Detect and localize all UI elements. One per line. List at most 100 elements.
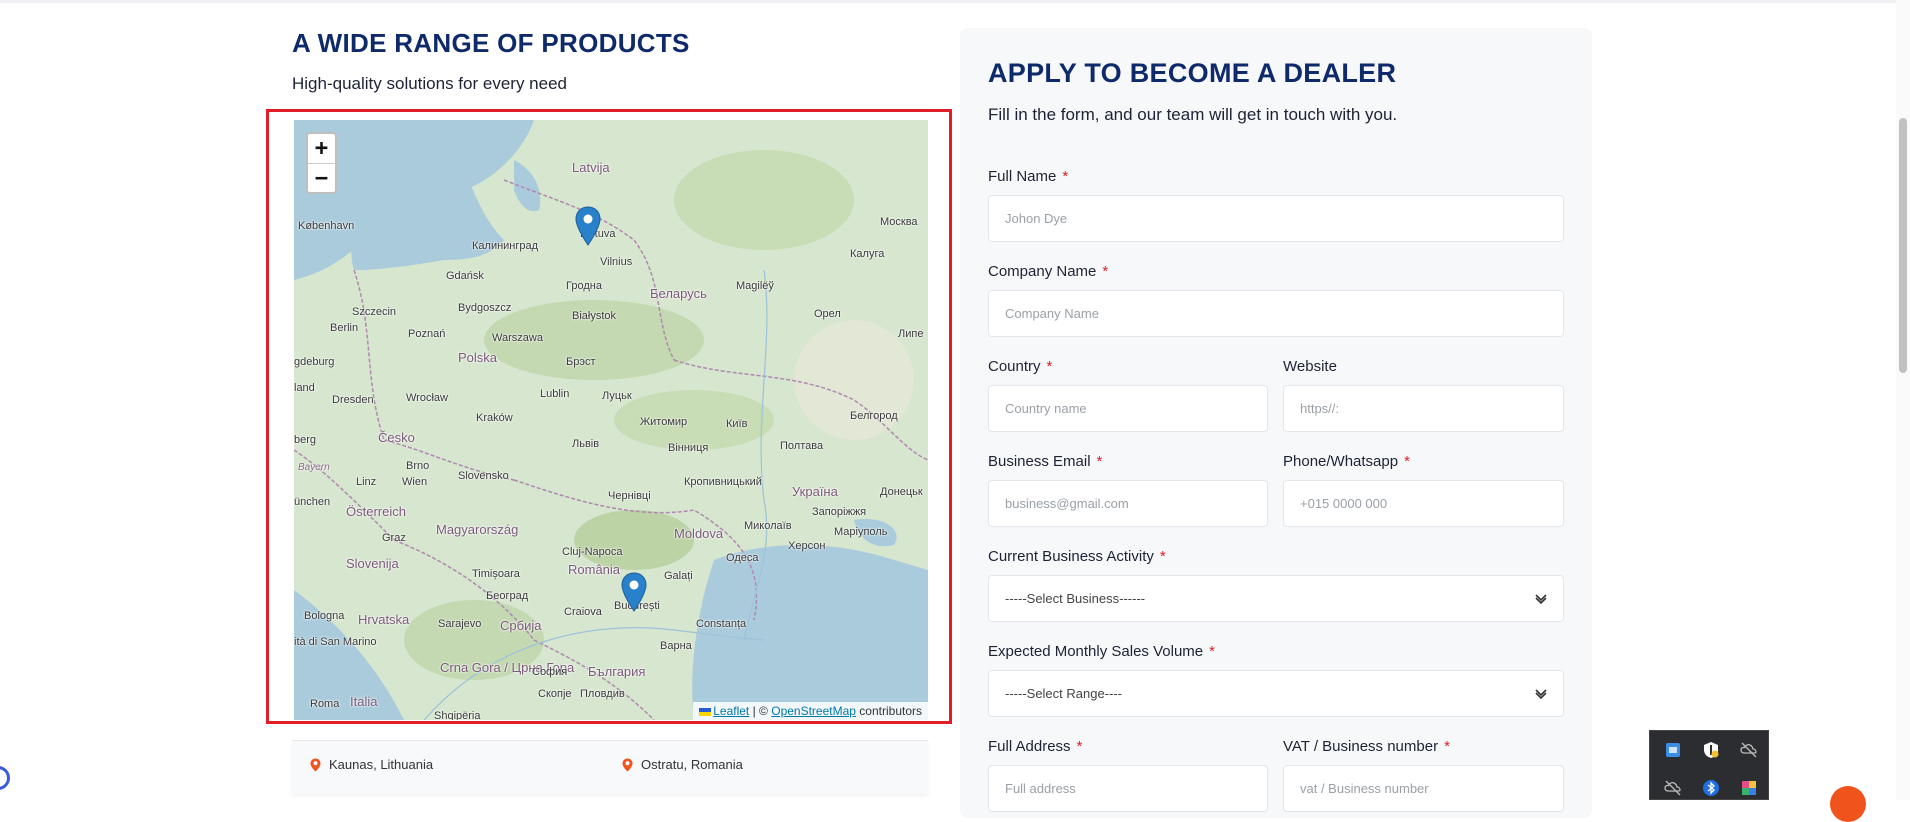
accessibility-widget-icon[interactable] xyxy=(0,766,10,790)
map-label-latvija: Latvija xyxy=(572,160,610,175)
map-label-cesko: Česko xyxy=(378,430,415,445)
vat-label: VAT / Business number * xyxy=(1283,738,1450,755)
openstreetmap-link[interactable]: OpenStreetMap xyxy=(771,704,856,718)
zoom-out-button[interactable]: − xyxy=(308,163,335,192)
location-pin-icon xyxy=(310,758,321,771)
map-label-sarajevo: Sarajevo xyxy=(438,618,482,630)
map-label-dresden: Dresden xyxy=(332,394,374,406)
map-label-orel: Орел xyxy=(814,308,841,320)
company-name-input[interactable] xyxy=(988,290,1564,337)
map-label-graz: Graz xyxy=(382,532,406,544)
map-label-berlin: Berlin xyxy=(330,322,359,334)
map-label-lipe: Липе xyxy=(898,328,924,340)
map-label-kaluga: Калуга xyxy=(850,248,885,260)
phone-input[interactable] xyxy=(1283,480,1564,527)
map-label-polska: Polska xyxy=(458,350,498,365)
country-input[interactable] xyxy=(988,385,1268,432)
map-label-sofia: София xyxy=(532,666,568,678)
map-label-ukraina: Україна xyxy=(792,484,838,499)
map-label-varna: Варна xyxy=(660,640,692,652)
location-item[interactable]: Ostratu, Romania xyxy=(622,757,743,772)
map-terrain xyxy=(294,120,928,720)
security-shield-icon[interactable] xyxy=(1702,741,1720,759)
map-label-constanta: Constanța xyxy=(696,618,747,630)
vat-input[interactable] xyxy=(1283,765,1564,812)
map-label-chernivtsi: Чернівці xyxy=(608,490,651,502)
business-activity-label: Current Business Activity * xyxy=(988,548,1166,565)
map-label-cluj: Cluj-Napoca xyxy=(562,546,623,558)
location-name: Kaunas, Lithuania xyxy=(329,757,434,772)
color-app-icon[interactable] xyxy=(1740,779,1758,797)
map-label-mykolaiv: Миколаїв xyxy=(744,520,792,532)
map-marker-kaunas[interactable] xyxy=(575,206,601,246)
map-label-moldova: Moldova xyxy=(674,526,724,541)
map-label-krakow: Kraków xyxy=(476,412,513,424)
map-label-bialystok: Białystok xyxy=(572,310,617,322)
map-label-grodno: Гродна xyxy=(566,280,602,292)
map-label-kobenhavn: København xyxy=(298,220,355,232)
sales-volume-select[interactable]: -----Select Range---- xyxy=(988,670,1564,717)
map-label-wroclaw: Wrocław xyxy=(406,392,448,404)
full-name-label: Full Name * xyxy=(988,168,1069,185)
map-label-sanmarino: ità di San Marino xyxy=(294,636,377,648)
company-name-label: Company Name * xyxy=(988,263,1109,280)
map-label-zhytomyr: Житомир xyxy=(640,416,688,428)
full-address-input[interactable] xyxy=(988,765,1268,812)
scroll-to-top-button[interactable] xyxy=(1830,786,1866,822)
map-label-kyiv: Київ xyxy=(726,418,748,430)
map-label-bayern: Bayern xyxy=(298,462,330,473)
sales-volume-selected: -----Select Range---- xyxy=(1005,686,1123,701)
map-label-poltava: Полтава xyxy=(780,440,824,452)
map-label-magyarorszag: Magyarország xyxy=(436,522,519,537)
map-label-osterreich: Österreich xyxy=(346,504,406,519)
map-label-poznan: Poznań xyxy=(408,328,446,340)
map-label-italia: Italia xyxy=(350,694,378,709)
bluetooth-icon[interactable] xyxy=(1702,779,1720,797)
map-label-beograd: Београд xyxy=(486,590,529,602)
map-label-zaporizhzhia: Запоріжжя xyxy=(812,506,867,518)
map-label-roma: Roma xyxy=(310,698,340,710)
map-label-slovensko: Slovensko xyxy=(458,470,509,482)
map-label-romania: România xyxy=(568,562,621,577)
attribution-separator: | © xyxy=(752,704,768,718)
form-title: APPLY TO BECOME A DEALER xyxy=(988,58,1397,88)
map-label-galati: Galați xyxy=(664,570,693,582)
top-divider xyxy=(0,0,1910,3)
website-input[interactable] xyxy=(1283,385,1564,432)
map-label-munchen: ünchen xyxy=(294,496,331,508)
map-label-shqiperia: Shqipëria xyxy=(434,710,481,720)
map-label-kherson: Херсон xyxy=(788,540,826,552)
map-label-magdeburg: gdeburg xyxy=(294,356,335,368)
map-label-craiova: Craiova xyxy=(564,606,602,618)
sales-volume-label: Expected Monthly Sales Volume * xyxy=(988,643,1215,660)
business-activity-select[interactable]: -----Select Business------ xyxy=(988,575,1564,622)
business-email-input[interactable] xyxy=(988,480,1268,527)
map-label-slovenija: Slovenija xyxy=(346,556,399,571)
full-name-input[interactable] xyxy=(988,195,1564,242)
cloud-off-icon[interactable] xyxy=(1664,779,1682,797)
dealer-map[interactable]: Latvija Lietuva København Калининград Gd… xyxy=(294,120,928,720)
cloud-off-icon[interactable] xyxy=(1740,741,1758,759)
location-name: Ostratu, Romania xyxy=(641,757,743,772)
chevron-down-icon xyxy=(1535,593,1547,604)
zoom-in-button[interactable]: + xyxy=(308,134,335,163)
map-label-szczecin: Szczecin xyxy=(352,306,397,318)
map-label-warszawa: Warszawa xyxy=(492,332,543,344)
attribution-suffix: contributors xyxy=(859,704,922,718)
app-window-icon[interactable] xyxy=(1664,741,1682,759)
full-address-label: Full Address * xyxy=(988,738,1083,755)
location-item[interactable]: Kaunas, Lithuania xyxy=(310,757,433,772)
leaflet-link[interactable]: Leaflet xyxy=(713,704,749,718)
country-label: Country * xyxy=(988,358,1053,375)
business-activity-selected: -----Select Business------ xyxy=(1005,591,1146,606)
page-scrollbar-thumb[interactable] xyxy=(1899,118,1907,373)
map-label-skopje: Скопје xyxy=(538,688,572,700)
map-marker-bucuresti[interactable] xyxy=(621,572,647,612)
map-label-vilnius: Vilnius xyxy=(600,256,633,268)
map-label-lublin: Lublin xyxy=(540,388,570,400)
map-label-linz: Linz xyxy=(356,476,377,488)
business-email-label: Business Email * xyxy=(988,453,1103,470)
phone-label: Phone/Whatsapp * xyxy=(1283,453,1410,470)
map-attribution: Leaflet | © OpenStreetMap contributors xyxy=(693,702,928,720)
system-tray-overflow xyxy=(1649,730,1769,800)
